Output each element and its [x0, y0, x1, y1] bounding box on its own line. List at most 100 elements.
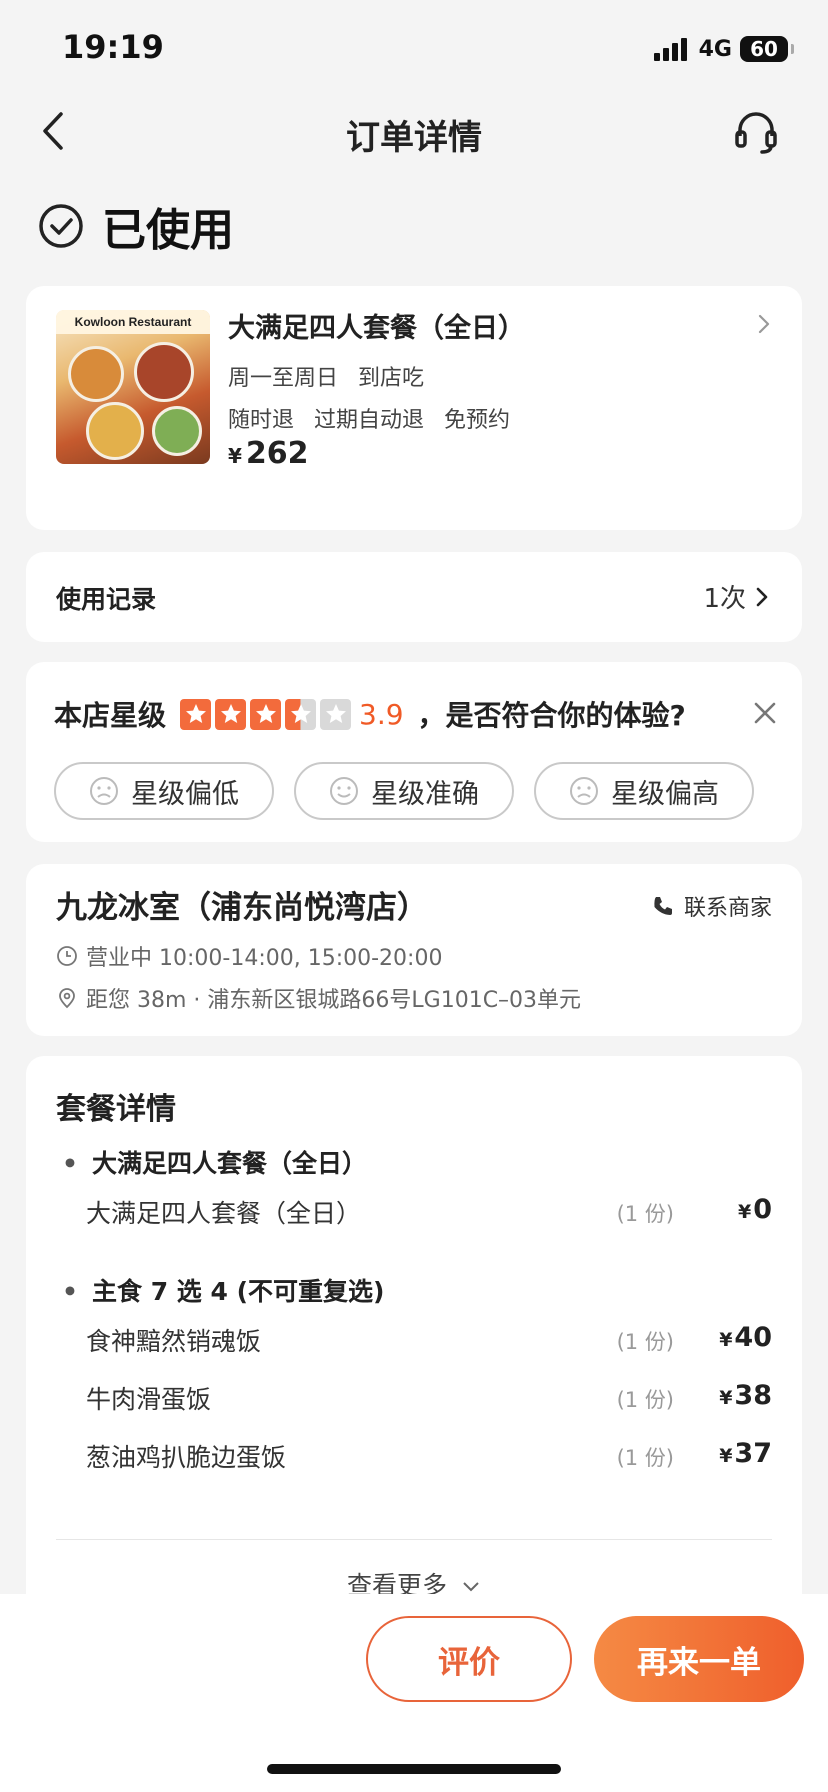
- contact-merchant-button[interactable]: 联系商家: [652, 890, 772, 922]
- rating-low-label: 星级偏低: [131, 778, 239, 810]
- package-detail-card: 套餐详情 大满足四人套餐（全日） 大满足四人套餐（全日） (1 份) ¥0 主食…: [26, 1056, 802, 1616]
- currency-symbol: ¥: [719, 1387, 733, 1409]
- usage-count: 1次: [703, 584, 746, 614]
- page-title: 订单详情: [346, 118, 482, 158]
- check-circle-icon: [39, 204, 83, 248]
- customer-service-button[interactable]: [732, 108, 780, 156]
- shop-hours: 营业中 10:00-14:00, 15:00-20:00: [56, 940, 442, 972]
- signal-icon: [653, 37, 687, 61]
- usage-record-row[interactable]: 使用记录 1次: [26, 552, 802, 642]
- deal-title: 大满足四人套餐（全日）: [228, 313, 525, 344]
- package-item-price-value: 0: [753, 1194, 772, 1225]
- rating-high-button[interactable]: 星级偏高: [534, 762, 754, 820]
- deal-policies: 随时退 过期自动退 免预约: [228, 402, 510, 434]
- package-item-name: 食神黯然销魂饭: [86, 1327, 262, 1356]
- package-item-price-value: 37: [734, 1438, 772, 1469]
- deal-price-value: 262: [245, 436, 309, 471]
- deal-image: Kowloon Restaurant: [56, 310, 210, 464]
- package-item-qty: (1 份): [616, 1446, 674, 1470]
- star-icon: [250, 698, 282, 730]
- package-detail-title: 套餐详情: [56, 1092, 176, 1127]
- home-indicator[interactable]: [267, 1764, 561, 1774]
- headset-icon: [735, 112, 777, 154]
- rating-low-button[interactable]: 星级偏低: [54, 762, 274, 820]
- star-icon: [180, 698, 212, 730]
- package-item-name: 大满足四人套餐（全日）: [86, 1199, 362, 1228]
- shop-address[interactable]: 距您 38m · 浦东新区银城路66号LG101C–03单元: [56, 982, 581, 1014]
- rating-feedback-card: 本店星级 3.9 ，是否符合你的体验? 星级偏低 星级准确 星级偏高: [26, 662, 802, 842]
- chevron-right-icon: [758, 314, 770, 334]
- deal-tag: 过期自动退: [314, 408, 425, 433]
- deal-tag: 免预约: [444, 408, 511, 433]
- review-button[interactable]: 评价: [366, 1616, 572, 1702]
- network-type: 4G: [698, 36, 732, 62]
- currency-symbol: ¥: [719, 1445, 733, 1467]
- chevron-down-icon: [463, 1582, 479, 1592]
- rating-options: 星级偏低 星级准确 星级偏高: [54, 762, 754, 820]
- package-item-row: 牛肉滑蛋饭 (1 份) ¥38: [86, 1380, 772, 1420]
- divider: [56, 1539, 772, 1540]
- package-item-qty: (1 份): [616, 1388, 674, 1412]
- location-pin-icon: [59, 988, 75, 1009]
- close-icon[interactable]: [752, 700, 778, 726]
- rating-label: 本店星级: [54, 699, 167, 732]
- currency-symbol: ¥: [737, 1201, 752, 1223]
- battery-icon: 60: [740, 36, 794, 62]
- deal-image-caption: Kowloon Restaurant: [56, 310, 210, 334]
- phone-icon: [654, 897, 672, 915]
- package-item-row: 葱油鸡扒脆边蛋饭 (1 份) ¥37: [86, 1438, 772, 1478]
- usage-record-count: 1次: [703, 578, 772, 615]
- deal-tag: 周一至周日: [228, 366, 339, 391]
- package-item-qty: (1 份): [616, 1202, 674, 1226]
- smile-face-icon: [330, 777, 358, 805]
- package-item-price: ¥40: [719, 1322, 772, 1353]
- order-status: 已使用: [38, 196, 234, 256]
- star-icon: [320, 698, 352, 730]
- package-item-name: 葱油鸡扒脆边蛋饭: [86, 1443, 287, 1472]
- package-item-qty: (1 份): [616, 1330, 674, 1354]
- order-status-text: 已使用: [102, 205, 234, 256]
- status-indicators: 4G 60: [653, 34, 794, 64]
- shop-name: 九龙冰室（浦东尚悦湾店）: [56, 890, 428, 926]
- bottom-action-bar: 评价 再来一单: [0, 1594, 828, 1792]
- package-group-title: 大满足四人套餐（全日）: [62, 1144, 367, 1180]
- deal-tag: 随时退: [228, 408, 295, 433]
- star-icon: [285, 698, 317, 730]
- package-item-price: ¥38: [719, 1380, 772, 1411]
- deal-schedule: 周一至周日 到店吃: [228, 360, 424, 392]
- rating-accurate-button[interactable]: 星级准确: [294, 762, 514, 820]
- package-group-title: 主食 7 选 4 (不可重复选): [62, 1272, 384, 1308]
- rating-row: 本店星级 3.9 ，是否符合你的体验?: [54, 694, 686, 734]
- deal-card[interactable]: Kowloon Restaurant 大满足四人套餐（全日） 周一至周日 到店吃…: [26, 286, 802, 530]
- sad-face-icon: [90, 777, 118, 805]
- chevron-right-icon: [756, 587, 768, 606]
- package-item-name: 牛肉滑蛋饭: [86, 1385, 212, 1414]
- status-time: 19:19: [62, 28, 164, 66]
- currency-symbol: ¥: [228, 444, 242, 468]
- currency-symbol: ¥: [719, 1329, 733, 1351]
- deal-price: ¥ 262: [228, 436, 309, 471]
- star-icon: [215, 698, 247, 730]
- package-item-row: 食神黯然销魂饭 (1 份) ¥40: [86, 1322, 772, 1362]
- sad-face-icon: [570, 777, 598, 805]
- package-item-price: ¥37: [719, 1438, 772, 1469]
- rating-high-label: 星级偏高: [611, 778, 719, 810]
- rating-value: 3.9: [359, 697, 404, 731]
- usage-record-label: 使用记录: [56, 585, 157, 614]
- clock-icon: [57, 946, 77, 966]
- rating-accurate-label: 星级准确: [371, 778, 479, 810]
- star-rating: [180, 698, 352, 730]
- package-item-price: ¥0: [738, 1194, 772, 1225]
- package-item-row: 大满足四人套餐（全日） (1 份) ¥0: [86, 1194, 772, 1234]
- shop-address-text: 距您 38m · 浦东新区银城路66号LG101C–03单元: [86, 988, 582, 1013]
- shop-hours-text: 营业中 10:00-14:00, 15:00-20:00: [86, 946, 443, 971]
- rating-question: ，是否符合你的体验?: [417, 699, 686, 732]
- status-bar: 19:19 4G 60: [0, 0, 828, 100]
- reorder-button[interactable]: 再来一单: [594, 1616, 804, 1702]
- deal-tag: 到店吃: [358, 366, 425, 391]
- package-item-price-value: 40: [734, 1322, 772, 1353]
- shop-card[interactable]: 九龙冰室（浦东尚悦湾店） 联系商家 营业中 10:00-14:00, 15:00…: [26, 864, 802, 1036]
- battery-level: 60: [750, 37, 778, 61]
- nav-bar: 订单详情: [0, 100, 828, 164]
- package-item-price-value: 38: [734, 1380, 772, 1411]
